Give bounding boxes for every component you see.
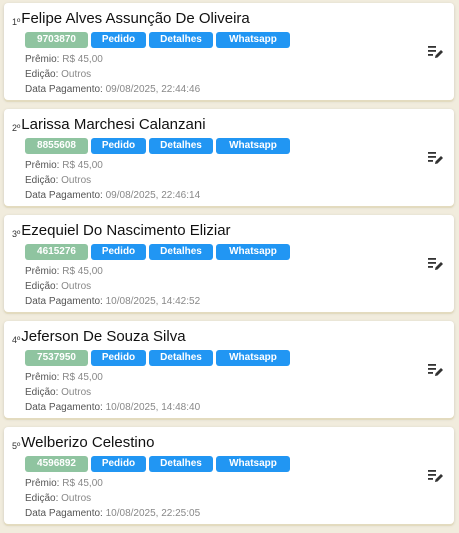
whatsapp-button[interactable]: Whatsapp (216, 244, 290, 260)
edicao-label: Edição: (25, 387, 59, 398)
winner-info: Prêmio: R$ 45,00 Edição: Outros Data Pag… (25, 370, 200, 415)
ticket-code-badge[interactable]: 7537950 (25, 350, 88, 366)
data-pagamento-label: Data Pagamento: (25, 84, 103, 95)
premio-label: Prêmio: (25, 478, 60, 489)
ticket-code-badge[interactable]: 4596892 (25, 456, 88, 472)
edit-list-icon[interactable] (428, 151, 444, 165)
winner-card: 2º Larissa Marchesi Calanzani 8855608 Pe… (4, 109, 454, 206)
winner-info: Prêmio: R$ 45,00 Edição: Outros Data Pag… (25, 264, 200, 309)
whatsapp-button[interactable]: Whatsapp (216, 138, 290, 154)
whatsapp-button[interactable]: Whatsapp (216, 32, 290, 48)
premio-value: R$ 45,00 (62, 478, 103, 489)
detalhes-button[interactable]: Detalhes (149, 32, 213, 48)
edit-list-icon[interactable] (428, 45, 444, 59)
action-buttons: 7537950 Pedido Detalhes Whatsapp (25, 350, 290, 366)
ticket-code-badge[interactable]: 8855608 (25, 138, 88, 154)
winner-title: 1º Felipe Alves Assunção De Oliveira (12, 9, 250, 29)
pedido-button[interactable]: Pedido (91, 350, 146, 366)
winner-name: Ezequiel Do Nascimento Eliziar (21, 222, 231, 239)
whatsapp-button[interactable]: Whatsapp (216, 456, 290, 472)
winner-title: 4º Jeferson De Souza Silva (12, 327, 186, 347)
premio-label: Prêmio: (25, 54, 60, 65)
action-buttons: 4615276 Pedido Detalhes Whatsapp (25, 244, 290, 260)
data-pagamento-value: 09/08/2025, 22:46:14 (105, 190, 201, 201)
premio-value: R$ 45,00 (62, 372, 103, 383)
edit-list-icon[interactable] (428, 469, 444, 483)
pedido-button[interactable]: Pedido (91, 456, 146, 472)
ticket-code-badge[interactable]: 4615276 (25, 244, 88, 260)
premio-label: Prêmio: (25, 372, 60, 383)
edicao-value: Outros (61, 493, 92, 504)
ticket-code-badge[interactable]: 9703870 (25, 32, 88, 48)
winner-title: 3º Ezequiel Do Nascimento Eliziar (12, 221, 231, 241)
edicao-value: Outros (61, 387, 92, 398)
edicao-label: Edição: (25, 69, 59, 80)
data-pagamento-label: Data Pagamento: (25, 296, 103, 307)
winner-name: Larissa Marchesi Calanzani (21, 116, 206, 133)
winner-info: Prêmio: R$ 45,00 Edição: Outros Data Pag… (25, 476, 200, 521)
winner-name: Jeferson De Souza Silva (21, 328, 186, 345)
edicao-label: Edição: (25, 493, 59, 504)
edit-list-icon[interactable] (428, 257, 444, 271)
pedido-button[interactable]: Pedido (91, 244, 146, 260)
winner-card: 1º Felipe Alves Assunção De Oliveira 970… (4, 3, 454, 100)
edicao-label: Edição: (25, 281, 59, 292)
whatsapp-button[interactable]: Whatsapp (216, 350, 290, 366)
winner-rank: 3º (12, 229, 21, 239)
winner-title: 2º Larissa Marchesi Calanzani (12, 115, 206, 135)
premio-value: R$ 45,00 (62, 54, 103, 65)
edicao-label: Edição: (25, 175, 59, 186)
premio-label: Prêmio: (25, 160, 60, 171)
data-pagamento-value: 09/08/2025, 22:44:46 (105, 84, 201, 95)
pedido-button[interactable]: Pedido (91, 32, 146, 48)
winner-rank: 1º (12, 17, 21, 27)
pedido-button[interactable]: Pedido (91, 138, 146, 154)
detalhes-button[interactable]: Detalhes (149, 456, 213, 472)
edicao-value: Outros (61, 281, 92, 292)
data-pagamento-value: 10/08/2025, 14:42:52 (105, 296, 201, 307)
winner-card: 4º Jeferson De Souza Silva 7537950 Pedid… (4, 321, 454, 418)
winner-card: 5º Welberizo Celestino 4596892 Pedido De… (4, 427, 454, 524)
winner-card: 3º Ezequiel Do Nascimento Eliziar 461527… (4, 215, 454, 312)
data-pagamento-label: Data Pagamento: (25, 508, 103, 519)
edicao-value: Outros (61, 175, 92, 186)
edit-list-icon[interactable] (428, 363, 444, 377)
winner-rank: 4º (12, 335, 21, 345)
data-pagamento-label: Data Pagamento: (25, 402, 103, 413)
premio-value: R$ 45,00 (62, 266, 103, 277)
detalhes-button[interactable]: Detalhes (149, 138, 213, 154)
action-buttons: 8855608 Pedido Detalhes Whatsapp (25, 138, 290, 154)
data-pagamento-value: 10/08/2025, 22:25:05 (105, 508, 201, 519)
winner-rank: 5º (12, 441, 21, 451)
winner-name: Felipe Alves Assunção De Oliveira (21, 10, 250, 27)
winner-info: Prêmio: R$ 45,00 Edição: Outros Data Pag… (25, 52, 200, 97)
detalhes-button[interactable]: Detalhes (149, 244, 213, 260)
premio-label: Prêmio: (25, 266, 60, 277)
edicao-value: Outros (61, 69, 92, 80)
winner-name: Welberizo Celestino (21, 434, 155, 451)
winner-title: 5º Welberizo Celestino (12, 433, 154, 453)
premio-value: R$ 45,00 (62, 160, 103, 171)
action-buttons: 4596892 Pedido Detalhes Whatsapp (25, 456, 290, 472)
winner-info: Prêmio: R$ 45,00 Edição: Outros Data Pag… (25, 158, 200, 203)
data-pagamento-value: 10/08/2025, 14:48:40 (105, 402, 201, 413)
winner-rank: 2º (12, 123, 21, 133)
data-pagamento-label: Data Pagamento: (25, 190, 103, 201)
detalhes-button[interactable]: Detalhes (149, 350, 213, 366)
action-buttons: 9703870 Pedido Detalhes Whatsapp (25, 32, 290, 48)
